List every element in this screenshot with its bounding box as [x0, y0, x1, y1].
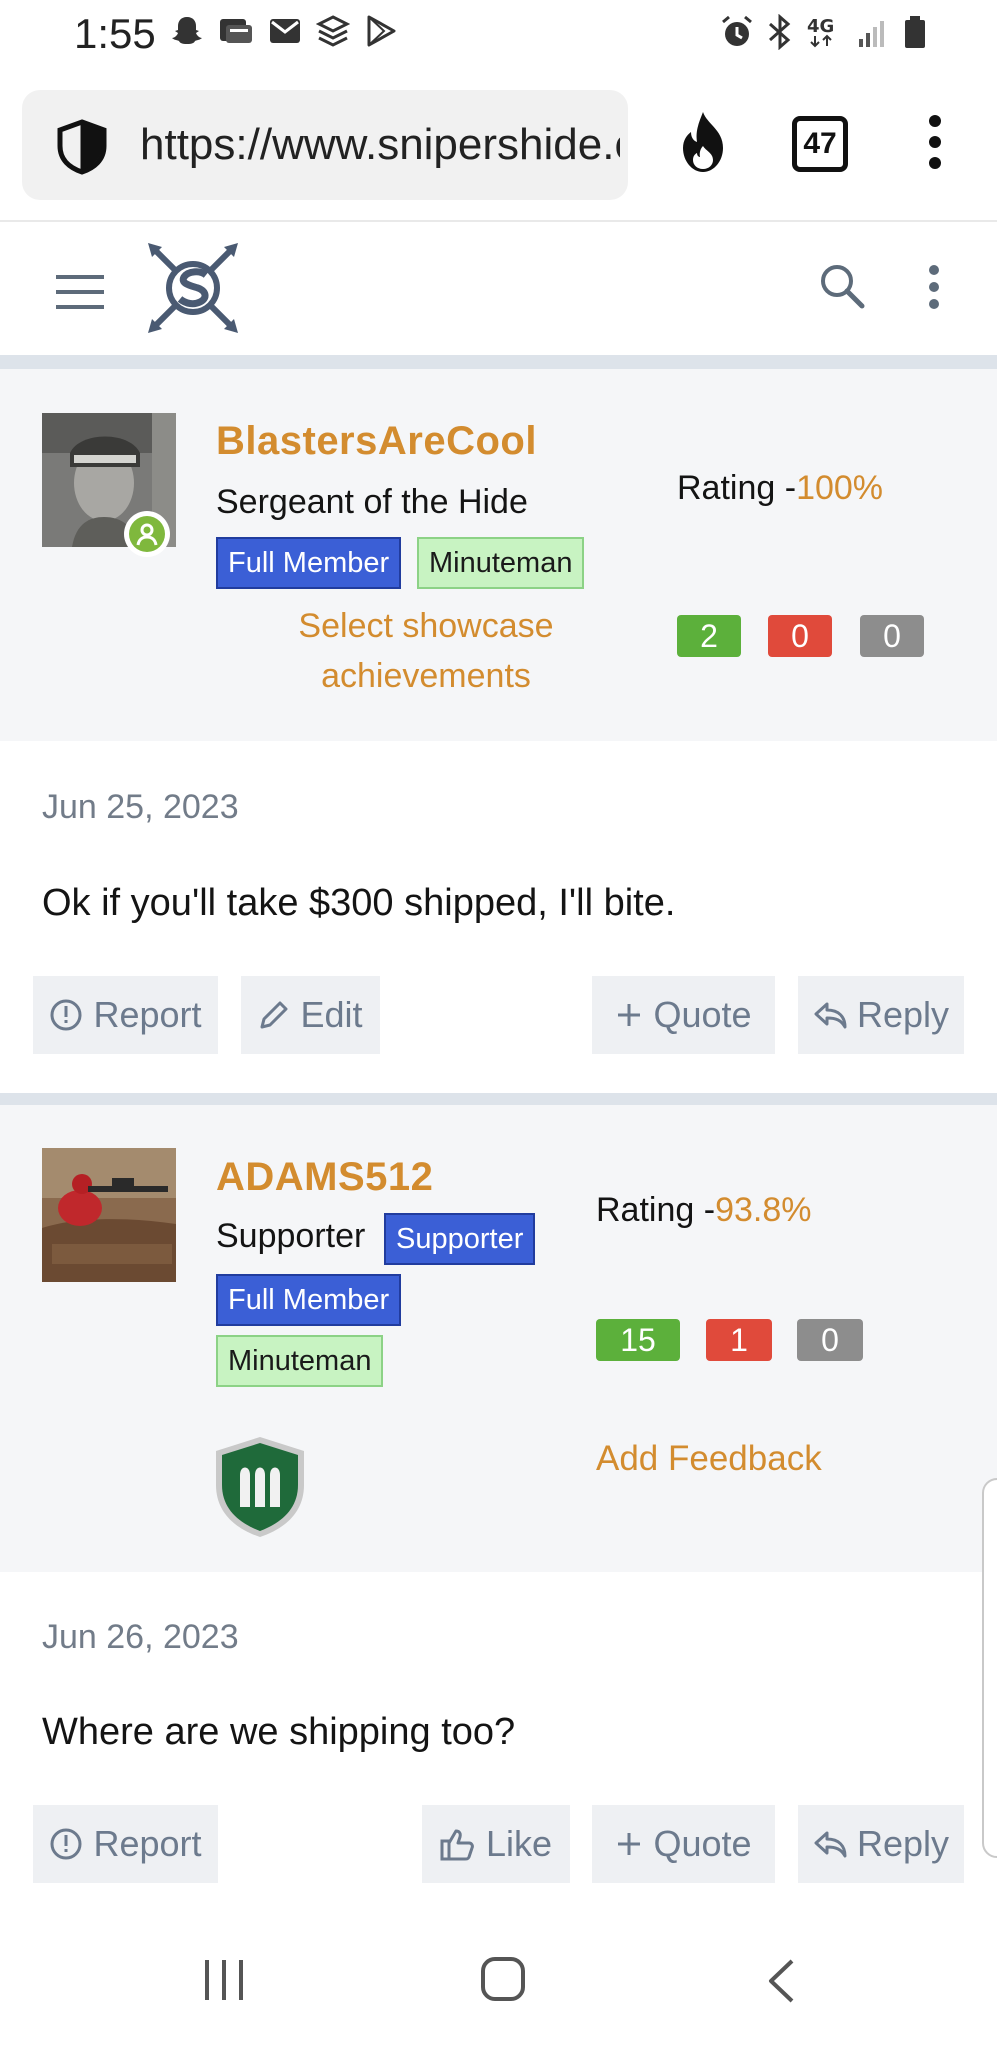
home-icon[interactable] — [480, 1956, 526, 2002]
like-button[interactable]: Like — [422, 1805, 570, 1883]
showcase-line-1[interactable]: Select showcase — [216, 601, 636, 651]
edit-pencil-icon — [260, 1001, 288, 1029]
post-divider — [0, 1093, 997, 1105]
quote-button[interactable]: Quote — [592, 976, 775, 1054]
add-feedback-link[interactable]: Add Feedback — [596, 1439, 822, 1479]
plus-icon — [618, 1004, 641, 1026]
stack-icon — [316, 15, 350, 47]
feedback-neutral[interactable]: 0 — [860, 615, 924, 657]
tab-count-button[interactable]: 47 — [792, 116, 848, 172]
badge-minuteman: Minuteman — [417, 537, 585, 589]
mail-icon — [270, 19, 300, 43]
alarm-icon — [722, 15, 752, 46]
badge-full-member: Full Member — [216, 537, 402, 589]
bluetooth-icon — [769, 14, 791, 50]
avatar-image — [42, 1148, 176, 1282]
username[interactable]: BlastersAreCool — [216, 419, 537, 464]
browser-toolbar: https://www.snipershide.com 47 — [0, 70, 997, 222]
online-status-icon — [124, 511, 170, 557]
system-icons: 4G — [719, 14, 927, 50]
message-icon — [220, 19, 252, 43]
edit-button[interactable]: Edit — [241, 976, 380, 1054]
badge-minuteman: Minuteman — [216, 1335, 384, 1387]
system-nav-bar — [0, 1918, 997, 2048]
recent-apps-icon[interactable] — [203, 1958, 245, 2002]
reply-icon — [814, 1831, 847, 1858]
rating: Rating -100% — [677, 469, 883, 508]
feedback-positive[interactable]: 15 — [596, 1319, 680, 1361]
url-text[interactable]: https://www.snipershide.com — [140, 120, 620, 170]
fire-icon[interactable] — [676, 110, 730, 174]
post-text: Where are we shipping too? — [42, 1711, 516, 1753]
snapchat-icon — [172, 17, 202, 44]
user-title: Sergeant of the Hide — [216, 483, 528, 521]
rating-value: 100% — [796, 469, 884, 507]
status-bar: 1:55 4G — [0, 0, 997, 70]
feedback-negative[interactable]: 0 — [768, 615, 832, 657]
reply-label: Reply — [856, 994, 950, 1035]
report-label: Report — [93, 994, 202, 1035]
signal-icon — [859, 21, 884, 47]
post-date[interactable]: Jun 25, 2023 — [42, 788, 239, 827]
feedback-neutral[interactable]: 0 — [797, 1319, 863, 1361]
status-time: 1:55 — [74, 10, 156, 57]
search-icon[interactable] — [818, 262, 866, 310]
more-vertical-icon[interactable] — [928, 114, 942, 170]
network-4g-icon: 4G — [807, 16, 834, 48]
thumbs-up-icon — [440, 1829, 474, 1861]
quote-button[interactable]: Quote — [592, 1805, 775, 1883]
header-divider — [0, 355, 997, 369]
report-label: Report — [93, 1823, 202, 1864]
report-icon — [50, 1828, 82, 1860]
reply-icon — [814, 1002, 847, 1029]
feedback-negative[interactable]: 1 — [706, 1319, 772, 1361]
rating-value: 93.8% — [715, 1191, 812, 1229]
back-icon[interactable] — [766, 1958, 796, 2004]
feedback-positive[interactable]: 2 — [677, 615, 741, 657]
badge-supporter: Supporter — [384, 1213, 536, 1265]
post-user-block: BlastersAreCool Sergeant of the Hide Ful… — [0, 369, 997, 741]
avatar[interactable] — [42, 1148, 176, 1282]
shield-icon[interactable] — [52, 118, 112, 176]
svg-text:4G: 4G — [807, 16, 834, 37]
plus-icon — [618, 1833, 641, 1855]
battery-icon — [905, 16, 925, 48]
edit-label: Edit — [300, 994, 363, 1035]
showcase-line-2[interactable]: achievements — [216, 651, 636, 701]
rating: Rating -93.8% — [596, 1191, 811, 1230]
rating-label: Rating - — [677, 469, 797, 507]
select-showcase-link[interactable]: Select showcase achievements — [216, 601, 636, 701]
report-button[interactable]: Report — [33, 976, 218, 1054]
play-store-icon — [367, 15, 396, 47]
username[interactable]: ADAMS512 — [216, 1155, 433, 1200]
notification-icons — [170, 14, 398, 48]
supporter-emblem-icon[interactable] — [210, 1435, 310, 1539]
reply-label: Reply — [856, 1823, 950, 1864]
user-title: Supporter — [216, 1217, 366, 1255]
badge-full-member: Full Member — [216, 1274, 402, 1326]
post-date[interactable]: Jun 26, 2023 — [42, 1618, 239, 1657]
hamburger-menu-icon[interactable] — [56, 275, 104, 309]
report-icon — [50, 999, 82, 1031]
quote-label: Quote — [653, 994, 752, 1035]
reply-button[interactable]: Reply — [798, 1805, 964, 1883]
site-more-icon[interactable] — [928, 265, 940, 309]
address-bar[interactable]: https://www.snipershide.com — [22, 90, 628, 200]
report-button[interactable]: Report — [33, 1805, 218, 1883]
like-label: Like — [485, 1823, 553, 1864]
post-user-block: ADAMS512 Supporter Supporter Full Member… — [0, 1105, 997, 1572]
reply-button[interactable]: Reply — [798, 976, 964, 1054]
scrollbar-handle[interactable] — [982, 1478, 997, 1858]
rating-label: Rating - — [596, 1191, 716, 1229]
quote-label: Quote — [653, 1823, 752, 1864]
post-text: Ok if you'll take $300 shipped, I'll bit… — [42, 882, 676, 924]
site-logo-icon[interactable] — [146, 241, 240, 335]
